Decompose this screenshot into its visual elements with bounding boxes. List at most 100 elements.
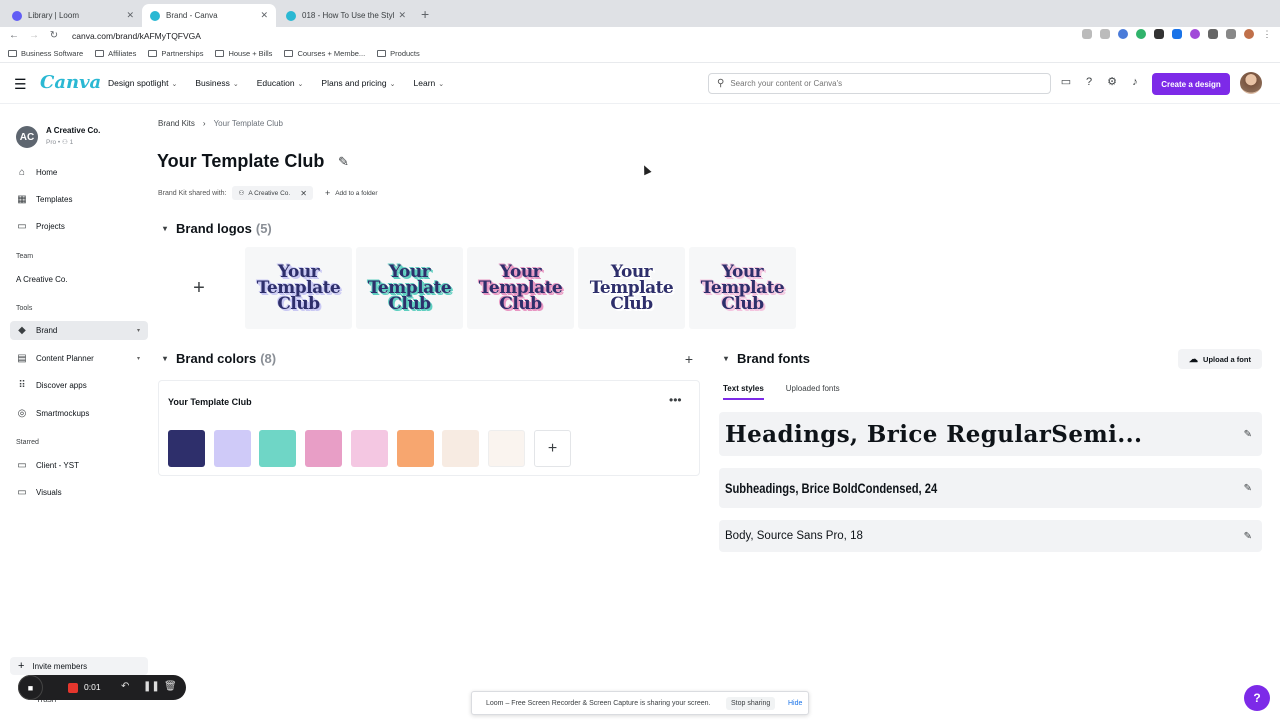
- bookmark-business-software[interactable]: Business Software: [8, 49, 83, 58]
- close-tab-icon[interactable]: ✕: [260, 10, 268, 21]
- new-tab-icon[interactable]: +: [421, 6, 429, 22]
- pause-icon[interactable]: ❚❚: [143, 681, 160, 692]
- sidebar-item-discover-apps[interactable]: ⠿ Discover apps: [10, 376, 148, 394]
- font-style-body[interactable]: Body, Source Sans Pro, 18 ✎: [719, 520, 1262, 552]
- brand-fonts-heading[interactable]: ▾ Brand fonts: [724, 351, 810, 366]
- undo-icon[interactable]: ↶: [121, 681, 129, 692]
- add-logo-button[interactable]: +: [158, 247, 240, 329]
- color-swatch[interactable]: [168, 430, 205, 467]
- chevron-down-icon[interactable]: ▾: [137, 327, 140, 334]
- nav-plans-pricing[interactable]: Plans and pricing ⌄: [321, 78, 395, 88]
- bookmark-products[interactable]: Products: [377, 49, 420, 58]
- sidebar-icon[interactable]: [1226, 29, 1236, 39]
- sidebar-item-visuals[interactable]: ▭ Visuals: [10, 483, 148, 501]
- reload-icon[interactable]: ↻: [48, 30, 60, 41]
- team-name[interactable]: A Creative Co.: [46, 126, 100, 135]
- tab-loom-library[interactable]: Library | Loom ✕: [4, 4, 142, 27]
- forward-icon[interactable]: →: [28, 30, 40, 41]
- extension-icon[interactable]: [1172, 29, 1182, 39]
- create-design-button[interactable]: Create a design: [1152, 73, 1230, 95]
- canva-logo[interactable]: Canva: [40, 72, 101, 93]
- font-style-headings[interactable]: Headings, Brice RegularSemi... ✎: [719, 412, 1262, 456]
- more-options-icon[interactable]: •••: [669, 393, 682, 407]
- nav-design-spotlight[interactable]: Design spotlight ⌄: [108, 78, 177, 88]
- search-input[interactable]: [730, 79, 1031, 88]
- pencil-edit-icon[interactable]: ✎: [1244, 531, 1252, 542]
- color-swatch[interactable]: [351, 430, 388, 467]
- color-swatch[interactable]: [259, 430, 296, 467]
- bookmark-house-bills[interactable]: House + Bills: [215, 49, 272, 58]
- add-palette-button[interactable]: +: [679, 349, 699, 369]
- sidebar-item-templates[interactable]: ▦ Templates: [10, 190, 148, 208]
- invite-members-button[interactable]: + Invite members: [10, 657, 148, 675]
- color-swatch[interactable]: [397, 430, 434, 467]
- bookmark-partnerships[interactable]: Partnerships: [148, 49, 203, 58]
- add-to-folder-button[interactable]: + Add to a folder: [319, 186, 384, 200]
- logo-tile[interactable]: Your Template Club: [356, 247, 463, 329]
- pencil-edit-icon[interactable]: ✎: [1244, 429, 1252, 440]
- pencil-edit-icon[interactable]: ✎: [338, 154, 349, 170]
- url-field[interactable]: canva.com/brand/kAFMyTQFVGA: [72, 31, 201, 41]
- shared-team-chip[interactable]: ⚇ A Creative Co. ✕: [232, 186, 313, 200]
- bookmark-courses[interactable]: Courses + Membe...: [284, 49, 365, 58]
- add-color-button[interactable]: +: [534, 430, 571, 467]
- nav-business[interactable]: Business ⌄: [195, 78, 238, 88]
- color-swatch[interactable]: [214, 430, 251, 467]
- sidebar-item-client-yst[interactable]: ▭ Client - YST: [10, 456, 148, 474]
- remove-icon[interactable]: ✕: [300, 189, 307, 198]
- extension-icon[interactable]: [1118, 29, 1128, 39]
- page-title[interactable]: Your Template Club: [157, 151, 324, 172]
- tab-uploaded-fonts[interactable]: Uploaded fonts: [786, 384, 840, 400]
- upload-font-button[interactable]: ☁ Upload a font: [1178, 349, 1262, 369]
- more-icon[interactable]: ⋮: [1262, 29, 1272, 39]
- sidebar-item-content-planner[interactable]: ▤ Content Planner ▾: [10, 349, 148, 367]
- palette-name[interactable]: Your Template Club: [168, 397, 252, 407]
- extension-icon[interactable]: [1136, 29, 1146, 39]
- trash-icon[interactable]: 🗑: [164, 681, 177, 692]
- stop-recording-icon[interactable]: [68, 683, 78, 693]
- camera-icon[interactable]: ■: [18, 675, 43, 700]
- sidebar-item-brand[interactable]: ◆ Brand ▾: [10, 321, 148, 340]
- loom-extension-icon[interactable]: [1190, 29, 1200, 39]
- profile-icon[interactable]: [1244, 29, 1254, 39]
- sidebar-item-projects[interactable]: ▭ Projects: [10, 217, 148, 235]
- breadcrumb-brand-kits[interactable]: Brand Kits: [158, 119, 195, 128]
- close-tab-icon[interactable]: ✕: [126, 10, 134, 21]
- close-tab-icon[interactable]: ✕: [398, 10, 406, 21]
- user-avatar[interactable]: [1240, 72, 1262, 94]
- logo-tile[interactable]: Your Template Club: [689, 247, 796, 329]
- search-box[interactable]: ⚲: [708, 73, 1051, 94]
- color-swatch[interactable]: [488, 430, 525, 467]
- back-icon[interactable]: ←: [8, 30, 20, 41]
- menu-icon[interactable]: ☰: [14, 76, 27, 93]
- nav-education[interactable]: Education ⌄: [257, 78, 304, 88]
- notification-bell-icon[interactable]: ♪: [1129, 76, 1141, 88]
- logo-tile[interactable]: Your Template Club: [578, 247, 685, 329]
- bookmark-star-icon[interactable]: [1100, 29, 1110, 39]
- color-swatch[interactable]: [442, 430, 479, 467]
- desktop-app-icon[interactable]: ▭: [1060, 76, 1072, 88]
- sidebar-item-home[interactable]: ⌂ Home: [10, 163, 148, 181]
- brand-colors-heading[interactable]: ▾ Brand colors (8): [163, 351, 276, 366]
- color-swatch[interactable]: [305, 430, 342, 467]
- brand-logos-heading[interactable]: ▾ Brand logos (5): [163, 221, 272, 236]
- logo-tile[interactable]: Your Template Club: [467, 247, 574, 329]
- sidebar-item-team[interactable]: A Creative Co.: [10, 270, 148, 288]
- logo-tile[interactable]: Your Template Club: [245, 247, 352, 329]
- extension-icon[interactable]: [1154, 29, 1164, 39]
- nav-learn[interactable]: Learn ⌄: [414, 78, 445, 88]
- pencil-edit-icon[interactable]: ✎: [1244, 483, 1252, 494]
- tab-styles-video[interactable]: 018 - How To Use the Styles F... ✕: [278, 4, 414, 27]
- bookmark-affiliates[interactable]: Affiliates: [95, 49, 136, 58]
- tab-brand-canva[interactable]: Brand - Canva ✕: [142, 4, 276, 27]
- hide-button[interactable]: Hide: [788, 700, 802, 707]
- stop-sharing-button[interactable]: Stop sharing: [726, 697, 776, 710]
- font-style-subheadings[interactable]: Subheadings, Brice BoldCondensed, 24 ✎: [719, 468, 1262, 508]
- settings-gear-icon[interactable]: ⚙: [1106, 76, 1118, 88]
- team-avatar[interactable]: AC: [16, 126, 38, 148]
- help-icon[interactable]: ?: [1083, 76, 1095, 88]
- sidebar-item-smartmockups[interactable]: ◎ Smartmockups: [10, 404, 148, 422]
- puzzle-icon[interactable]: [1208, 29, 1218, 39]
- help-button[interactable]: ?: [1244, 685, 1270, 711]
- tab-text-styles[interactable]: Text styles: [723, 384, 764, 400]
